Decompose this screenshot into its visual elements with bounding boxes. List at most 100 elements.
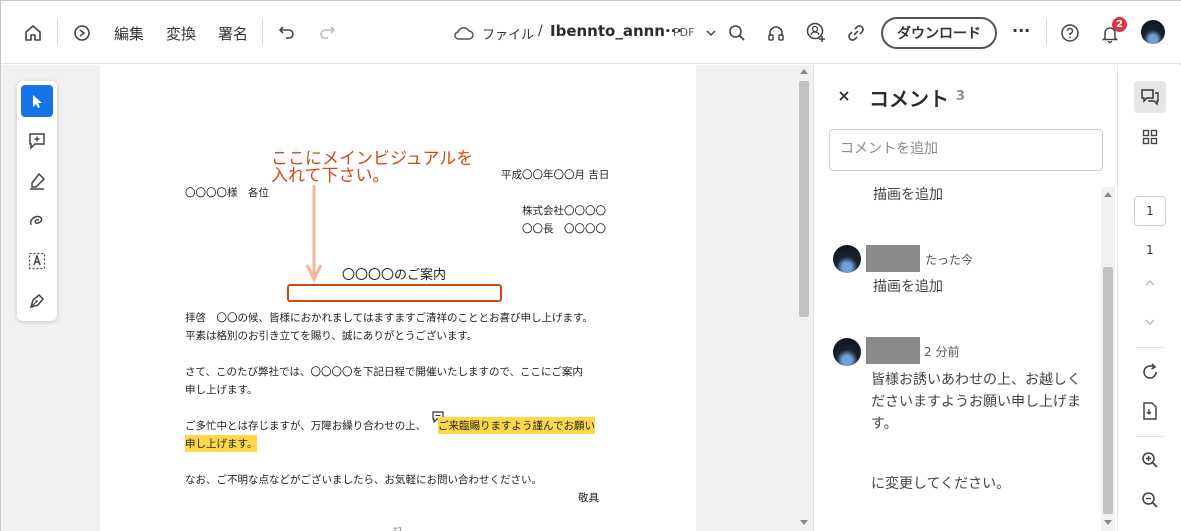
comments-count: 3: [956, 89, 966, 104]
comment-body: 皆様お誘いあわせの上、お越しく: [871, 372, 1081, 388]
letter-footer-partial: 記: [393, 525, 402, 531]
letter-paragraph-line: 拝啓 〇〇の候、皆様におかれましてはますますご清祥のこととお喜び申し上げます。: [185, 312, 593, 324]
rotate-button[interactable]: [1134, 356, 1166, 388]
commenter-name-redacted: [866, 337, 920, 364]
scroll-up-arrow-icon[interactable]: [800, 68, 808, 74]
pen-nib-icon: [27, 291, 47, 311]
comments-scrollbar-thumb[interactable]: [1103, 267, 1113, 514]
divider: [262, 20, 263, 44]
comment-body: す。: [871, 416, 898, 432]
text-tool-button[interactable]: [21, 245, 53, 277]
highlighted-text[interactable]: 申し上げます。: [185, 435, 258, 452]
comments-title: コメント: [869, 87, 949, 111]
drawn-rectangle-markup[interactable]: [287, 284, 502, 302]
letter-paragraph-line: なお、ご不明な点などがございましたら、お気軽にお問い合わせください。: [185, 474, 542, 486]
document-scrollbar-thumb[interactable]: [799, 81, 809, 317]
comments-scrollbar[interactable]: [1101, 187, 1115, 531]
breadcrumb-separator: /: [538, 23, 543, 39]
add-comment-tool-button[interactable]: [21, 125, 53, 157]
redo-icon[interactable]: [313, 18, 341, 46]
text-box-icon: [27, 251, 47, 271]
comments-icon: [1140, 87, 1160, 107]
menu-edit[interactable]: 編集: [114, 23, 144, 44]
ai-assistant-icon[interactable]: [68, 19, 96, 47]
user-avatar[interactable]: [1141, 20, 1165, 44]
next-page-button[interactable]: [1134, 306, 1166, 338]
letter-date: 平成〇〇年〇〇月 吉日: [501, 169, 610, 181]
divider: [1046, 20, 1047, 44]
letter-heading: 〇〇〇〇のご案内: [342, 268, 447, 283]
comment-add-icon: [27, 131, 47, 151]
letter-paragraph-line: 申し上げます。: [185, 384, 258, 396]
previous-page-button[interactable]: [1134, 267, 1166, 299]
document-scrollbar[interactable]: [797, 65, 811, 531]
notification-badge: 2: [1112, 17, 1127, 32]
annotation-arrow[interactable]: [304, 183, 324, 283]
zoom-out-icon: [1140, 490, 1160, 510]
letter-paragraph-line: さて、このたび弊社では、〇〇〇〇を下記日程で開催いたしますので、ここにご案内: [185, 366, 583, 378]
file-type: PDF: [673, 26, 695, 39]
letter-paragraph-line: 平素は格別のお引き立てを賜り、誠にありがとうございます。: [185, 330, 478, 342]
home-icon[interactable]: [19, 19, 47, 47]
scroll-up-arrow-icon[interactable]: [1104, 191, 1112, 197]
comment-body: 描画を追加: [873, 279, 943, 295]
sign-tool-button[interactable]: [21, 285, 53, 317]
letter-paragraph-line: ご多忙中とは存じますが、万障お繰り合わせの上、: [185, 420, 427, 432]
highlight-tool-button[interactable]: [21, 165, 53, 197]
chevron-down-icon: [1143, 315, 1157, 329]
link-icon[interactable]: [842, 19, 870, 47]
file-name[interactable]: Ibennto_annn···: [550, 22, 682, 40]
headphones-icon[interactable]: [762, 19, 790, 47]
zoom-in-button[interactable]: [1134, 444, 1166, 476]
close-icon[interactable]: [837, 89, 851, 103]
thumbnails-button[interactable]: [1134, 121, 1166, 153]
commenter-avatar: [833, 338, 861, 366]
comments-panel-toggle[interactable]: [1134, 81, 1166, 113]
undo-icon[interactable]: [273, 18, 301, 46]
commenter-name-redacted: [866, 245, 920, 272]
more-options-button[interactable]: ···: [1012, 21, 1030, 40]
letter-company: 株式会社〇〇〇〇: [522, 205, 606, 217]
zoom-out-button[interactable]: [1134, 484, 1166, 516]
select-tool-button[interactable]: [21, 85, 53, 117]
annotation-text-line2: 入れて下さい。: [271, 166, 390, 185]
comment-body: ださいますようお願い申し上げま: [871, 394, 1081, 410]
top-toolbar: 編集 変換 署名 ファイル / Ibennto_annn··· PDF ダウンロ…: [1, 1, 1181, 64]
add-user-icon[interactable]: [802, 18, 830, 46]
commenter-avatar: [833, 245, 861, 273]
chevron-up-icon: [1143, 276, 1157, 290]
cursor-arrow-icon: [29, 93, 45, 109]
freehand-draw-icon: [27, 211, 47, 231]
cloud-icon: [450, 19, 478, 47]
page-info-button[interactable]: [1134, 395, 1166, 427]
menu-sign[interactable]: 署名: [218, 23, 248, 44]
comment-time: 2 分前: [924, 345, 960, 359]
rotate-icon: [1140, 362, 1160, 382]
letter-sender: 〇〇長 〇〇〇〇: [522, 223, 606, 235]
divider: [1136, 347, 1164, 348]
chevron-down-icon[interactable]: [697, 19, 725, 47]
scroll-down-arrow-icon[interactable]: [800, 520, 808, 526]
total-pages: 1: [1146, 243, 1154, 257]
breadcrumb-files[interactable]: ファイル: [482, 24, 534, 43]
search-icon[interactable]: [723, 19, 751, 47]
highlighted-text[interactable]: ご来臨賜りますよう謹んでお願い: [438, 417, 595, 434]
highlighter-icon: [27, 171, 47, 191]
draw-tool-button[interactable]: [21, 205, 53, 237]
download-button[interactable]: ダウンロード: [881, 17, 997, 49]
comment-body: 描画を追加: [873, 187, 943, 203]
help-icon[interactable]: [1056, 19, 1084, 47]
grid-icon: [1142, 129, 1158, 145]
document-page-icon: [1141, 401, 1159, 421]
letter-closing: 敬具: [578, 492, 599, 504]
comment-body: に変更してください。: [871, 476, 1011, 492]
menu-convert[interactable]: 変換: [166, 23, 196, 44]
scroll-down-arrow-icon[interactable]: [1104, 520, 1112, 526]
zoom-in-icon: [1140, 450, 1160, 470]
divider: [1136, 436, 1164, 437]
page-number-input[interactable]: 1: [1134, 196, 1166, 226]
letter-recipient: 〇〇〇〇様 各位: [185, 187, 269, 199]
add-comment-input[interactable]: コメントを追加: [829, 129, 1103, 171]
annotation-tool-rail: [17, 81, 57, 321]
comment-time: たった今: [925, 253, 974, 267]
